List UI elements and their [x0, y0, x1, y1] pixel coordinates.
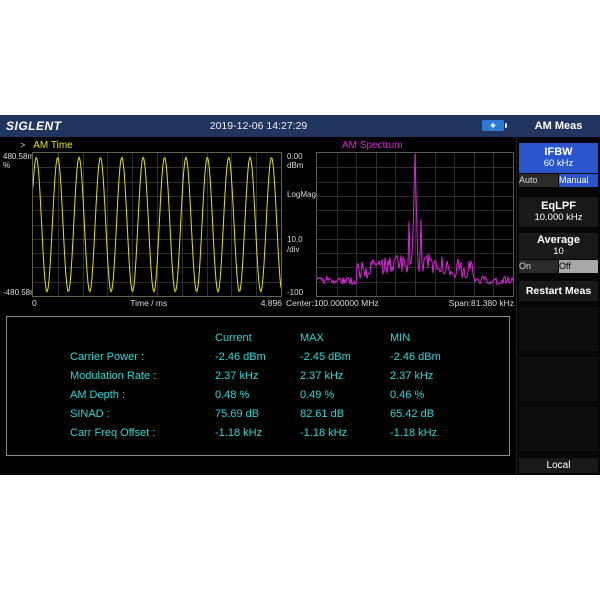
am-spectrum-title: AM Spectrum — [342, 139, 403, 152]
row-label: Carr Freq Offset : — [70, 424, 215, 443]
status-icons — [482, 120, 504, 131]
am-time-plot — [32, 152, 282, 297]
cell-max: 2.37 kHz — [300, 367, 390, 386]
softkey-blank-3 — [519, 407, 598, 451]
floor-label: -100 — [287, 288, 303, 297]
cell-max: 82.61 dB — [300, 405, 390, 424]
eqlpf-button[interactable]: EqLPF 10.000 kHz — [519, 197, 598, 227]
row-label: Carrier Power : — [70, 348, 215, 367]
am-spectrum-plot — [316, 152, 514, 297]
am-time-title-row: > AM Time — [2, 139, 282, 152]
ifbw-auto-option[interactable]: Auto — [519, 174, 558, 187]
ifbw-manual-option[interactable]: Manual — [559, 174, 598, 187]
measurement-table: Current MAX MIN Carrier Power : -2.46 dB… — [6, 316, 510, 456]
table-header-row: Current MAX MIN — [70, 329, 509, 348]
center-freq-label: Center:100.000000 MHz — [286, 298, 379, 308]
am-time-chart: > AM Time 480.58m % -480.58m — [2, 139, 282, 309]
row-label: AM Depth : — [70, 386, 215, 405]
x-left-label: 0 — [32, 298, 37, 308]
cell-min: -2.46 dBm — [390, 348, 509, 367]
top-bar: SIGLENT 2019-12-06 14:27:29 AM Meas — [0, 115, 600, 137]
cell-min: 0.46 % — [390, 386, 509, 405]
am-spectrum-ylabels: 0.00 dBm LogMag 10.0 /div -100 — [286, 152, 316, 297]
cell-current: -1.18 kHz — [215, 424, 300, 443]
am-spectrum-xaxis: Center:100.000000 MHz Span:81.380 kHz — [286, 297, 514, 309]
average-toggle: On Off — [519, 260, 598, 273]
cell-current: -2.46 dBm — [215, 348, 300, 367]
ifbw-value: 60 kHz — [519, 158, 598, 170]
cell-min: 2.37 kHz — [390, 367, 509, 386]
table-row: Carrier Power : -2.46 dBm -2.45 dBm -2.4… — [70, 348, 509, 367]
eqlpf-value: 10.000 kHz — [519, 212, 598, 224]
ifbw-label: IFBW — [519, 146, 598, 158]
y-unit-label: % — [3, 161, 10, 170]
battery-charging-icon — [482, 120, 504, 131]
table-row: Carr Freq Offset : -1.18 kHz -1.18 kHz -… — [70, 424, 509, 443]
table-row: SINAD : 75.69 dB 82.61 dB 65.42 dB — [70, 405, 509, 424]
average-label: Average — [519, 234, 598, 246]
instrument-screen: SIGLENT 2019-12-06 14:27:29 AM Meas > AM… — [0, 115, 600, 475]
header-max: MAX — [300, 329, 390, 348]
scale-type-label: LogMag — [287, 190, 316, 199]
cell-min: -1.18 kHz — [390, 424, 509, 443]
average-on-option[interactable]: On — [519, 260, 558, 273]
row-label: Modulation Rate : — [70, 367, 215, 386]
datetime-display: 2019-12-06 14:27:29 — [0, 120, 517, 132]
am-spectrum-chart: AM Spectrum 0.00 dBm LogMag 10.0 /div -1… — [286, 139, 514, 309]
header-current: Current — [215, 329, 300, 348]
am-spectrum-plot-row: 0.00 dBm LogMag 10.0 /div -100 — [286, 152, 514, 297]
scale-div-unit: /div — [287, 245, 299, 254]
x-right-label: 4.896 — [261, 298, 282, 308]
softkey-menu: IFBW 60 kHz Auto Manual EqLPF 10.000 kHz… — [516, 137, 600, 475]
main-area: > AM Time 480.58m % -480.58m — [0, 137, 516, 475]
menu-title: AM Meas — [517, 115, 600, 137]
cell-current: 2.37 kHz — [215, 367, 300, 386]
row-label: SINAD : — [70, 405, 215, 424]
restart-meas-button[interactable]: Restart Meas — [519, 281, 598, 301]
scale-div-label: 10.0 — [287, 235, 303, 244]
local-button[interactable]: Local — [519, 458, 598, 473]
charts-row: > AM Time 480.58m % -480.58m — [0, 137, 516, 309]
ref-unit-label: dBm — [287, 161, 303, 170]
cell-max: -1.18 kHz — [300, 424, 390, 443]
span-label: Span:81.380 kHz — [449, 298, 514, 308]
lightning-bolt-icon — [490, 122, 496, 129]
average-off-option[interactable]: Off — [559, 260, 598, 273]
cell-current: 75.69 dB — [215, 405, 300, 424]
cell-max: -2.45 dBm — [300, 348, 390, 367]
header-spacer — [70, 329, 215, 348]
am-time-xaxis: 0 Time / ms 4.896 — [32, 297, 282, 309]
softkey-blank-1 — [519, 307, 598, 351]
page: SIGLENT 2019-12-06 14:27:29 AM Meas > AM… — [0, 0, 600, 600]
average-value: 10 — [519, 246, 598, 258]
cell-current: 0.48 % — [215, 386, 300, 405]
header-min: MIN — [390, 329, 509, 348]
ref-level-label: 0.00 — [287, 152, 303, 161]
am-spectrum-title-row: AM Spectrum — [286, 139, 514, 152]
screen-body: > AM Time 480.58m % -480.58m — [0, 137, 600, 475]
y-top-label: 480.58m — [3, 152, 34, 161]
cell-min: 65.42 dB — [390, 405, 509, 424]
softkey-blank-2 — [519, 357, 598, 401]
eqlpf-label: EqLPF — [519, 200, 598, 212]
ifbw-mode-toggle: Auto Manual — [519, 174, 598, 187]
average-button[interactable]: Average 10 — [519, 233, 598, 259]
table-row: Modulation Rate : 2.37 kHz 2.37 kHz 2.37… — [70, 367, 509, 386]
x-axis-title: Time / ms — [130, 298, 167, 308]
am-time-plot-row: 480.58m % -480.58m — [2, 152, 282, 297]
am-time-ylabels: 480.58m % -480.58m — [2, 152, 32, 297]
table-row: AM Depth : 0.48 % 0.49 % 0.46 % — [70, 386, 509, 405]
cell-max: 0.49 % — [300, 386, 390, 405]
am-time-title: AM Time — [33, 139, 72, 152]
ifbw-button[interactable]: IFBW 60 kHz — [519, 143, 598, 173]
trace-marker: > — [20, 139, 25, 152]
